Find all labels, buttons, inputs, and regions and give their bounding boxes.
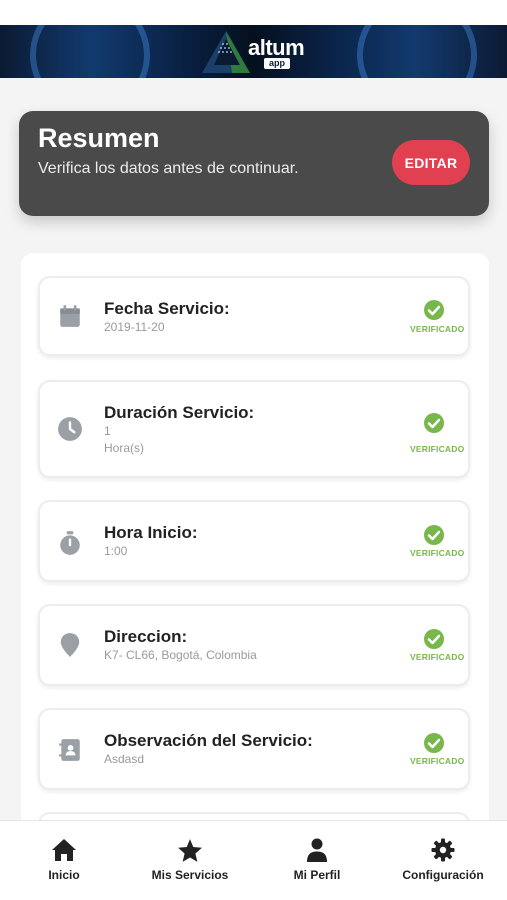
nav-item-configuracion[interactable]: Configuración — [383, 821, 503, 900]
logo-subtitle: app — [264, 58, 291, 69]
header-banner: altum app — [0, 25, 507, 78]
detail-card-hora: Hora Inicio: 1:00 VERIFICADO — [38, 500, 470, 582]
banner-decoration — [30, 25, 150, 78]
calendar-icon — [60, 305, 80, 327]
page-subtitle: Verifica los datos antes de continuar. — [38, 160, 299, 177]
verified-status: VERIFICADO — [410, 756, 465, 766]
check-circle-icon — [424, 629, 444, 649]
detail-value: 1 — [104, 424, 111, 438]
detail-value-unit: Hora(s) — [104, 441, 145, 455]
verified-status: VERIFICADO — [410, 444, 465, 454]
logo-triangle-icon — [202, 31, 250, 73]
bottom-navigation: Inicio Mis Servicios Mi Perfil Configura… — [0, 820, 507, 900]
check-circle-icon — [424, 300, 444, 320]
contact-book-icon — [59, 739, 80, 761]
detail-value: 2019-11-20 — [104, 320, 165, 334]
detail-card-observacion: Observación del Servicio: Asdasd VERIFIC… — [38, 708, 470, 790]
home-icon — [52, 839, 76, 861]
detail-value: Asdasd — [104, 752, 145, 766]
check-circle-icon — [424, 525, 444, 545]
nav-label: Configuración — [402, 868, 484, 882]
gear-icon — [431, 838, 455, 862]
verified-status: VERIFICADO — [410, 548, 465, 558]
summary-header-card: Resumen Verifica los datos antes de cont… — [19, 111, 489, 216]
detail-value: 1:00 — [104, 544, 128, 558]
check-circle-icon — [424, 413, 444, 433]
verified-status: VERIFICADO — [410, 324, 465, 334]
detail-card-duracion: Duración Servicio: 1 Hora(s) VERIFICADO — [38, 380, 470, 478]
verified-status: VERIFICADO — [410, 652, 465, 662]
user-icon — [307, 838, 327, 862]
nav-item-inicio[interactable]: Inicio — [4, 821, 124, 900]
nav-label: Inicio — [48, 868, 80, 882]
detail-label: Duración Servicio: — [104, 403, 255, 422]
stopwatch-icon — [60, 531, 80, 555]
nav-label: Mi Perfil — [293, 868, 341, 882]
nav-label: Mis Servicios — [151, 868, 229, 882]
edit-button[interactable]: EDITAR — [392, 140, 470, 185]
star-icon — [178, 839, 202, 862]
check-circle-icon — [424, 733, 444, 753]
clock-icon — [58, 417, 82, 441]
status-bar — [0, 0, 507, 25]
detail-value: K7- CL66, Bogotá, Colombia — [104, 648, 257, 662]
detail-card-fecha: Fecha Servicio: 2019-11-20 VERIFICADO — [38, 276, 470, 356]
page-title: Resumen — [38, 123, 160, 153]
detail-card-direccion: Direccion: K7- CL66, Bogotá, Colombia VE… — [38, 604, 470, 686]
nav-item-mis-servicios[interactable]: Mis Servicios — [130, 821, 250, 900]
detail-label: Observación del Servicio: — [104, 731, 313, 750]
banner-decoration — [357, 25, 477, 78]
detail-label: Hora Inicio: — [104, 523, 198, 542]
detail-label: Fecha Servicio: — [104, 299, 230, 318]
app-logo: altum app — [200, 27, 315, 75]
location-pin-icon — [60, 633, 80, 657]
detail-label: Direccion: — [104, 627, 188, 646]
nav-item-mi-perfil[interactable]: Mi Perfil — [257, 821, 377, 900]
